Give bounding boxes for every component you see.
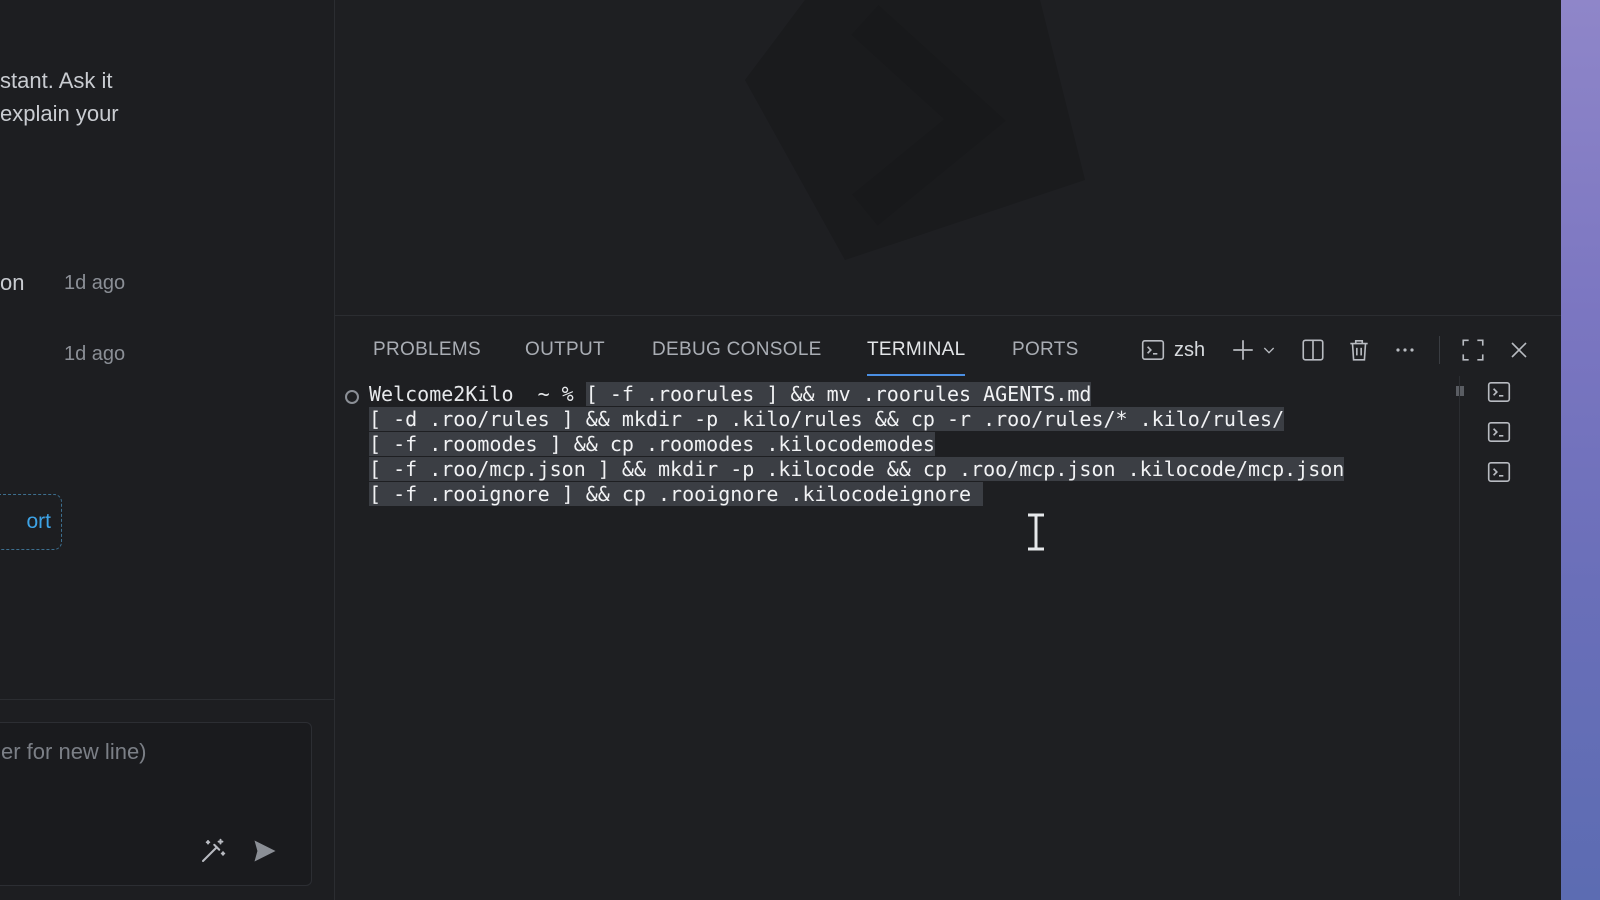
terminal-line: [ -f .roomodes ] && cp .roomodes .kiloco… — [369, 432, 935, 457]
close-icon — [1511, 342, 1527, 358]
terminal-shell-selector[interactable]: zsh — [1140, 332, 1205, 368]
maximize-icon — [1462, 339, 1484, 361]
chat-sidebar: stant. Ask it explain your on 1d ago 1d … — [0, 0, 335, 900]
maximize-panel-button[interactable] — [1457, 332, 1489, 368]
terminal-icon — [1487, 461, 1511, 483]
task-item-title[interactable]: on — [0, 270, 24, 296]
terminal-prompt: Welcome2Kilo ~ % — [369, 382, 586, 406]
split-terminal-icon — [1302, 339, 1324, 361]
tab-output[interactable]: OUTPUT — [525, 338, 605, 362]
magic-wand-icon — [202, 838, 226, 862]
terminal-instance[interactable] — [1483, 456, 1515, 488]
terminal-command: [ -f .roo/mcp.json ] && mkdir -p .kiloco… — [369, 457, 1345, 481]
plus-icon — [1233, 340, 1253, 360]
more-actions-button[interactable] — [1389, 332, 1421, 368]
intro-text: stant. Ask it explain your — [0, 68, 119, 126]
terminal-icon — [1487, 381, 1511, 403]
terminal-instance[interactable] — [1483, 416, 1515, 448]
terminal-command: [ -d .roo/rules ] && mkdir -p .kilo/rule… — [369, 407, 1285, 431]
shell-name: zsh — [1174, 338, 1206, 361]
send-button[interactable] — [247, 833, 283, 869]
chat-input-placeholder: er for new line) — [1, 739, 147, 764]
split-terminal-button[interactable] — [1297, 332, 1329, 368]
terminal-line: Welcome2Kilo ~ % [ -f .roorules ] && mv … — [369, 382, 1092, 407]
terminal-command: [ -f .roomodes ] && cp .roomodes .kiloco… — [369, 432, 935, 456]
app-window: stant. Ask it explain your on 1d ago 1d … — [0, 0, 1600, 900]
terminal-output[interactable]: Welcome2Kilo ~ % [ -f .roorules ] && mv … — [345, 382, 1425, 882]
terminal-scrollbar[interactable] — [1456, 386, 1464, 396]
tab-debug-console[interactable]: DEBUG CONSOLE — [652, 338, 822, 362]
task-item-time: 1d ago — [64, 343, 126, 365]
terminal-icon — [1487, 421, 1511, 443]
terminal-dropdown-button[interactable] — [1257, 332, 1281, 368]
terminal-instance[interactable] — [1483, 376, 1515, 408]
terminal-command: [ -f .rooignore ] && cp .rooignore .kilo… — [369, 482, 984, 506]
terminal-instances-list — [1475, 376, 1523, 496]
tab-ports[interactable]: PORTS — [1012, 338, 1079, 362]
enhance-prompt-button[interactable] — [195, 833, 231, 869]
tab-problems[interactable]: PROBLEMS — [373, 338, 481, 362]
terminal-line: [ -d .roo/rules ] && mkdir -p .kilo/rule… — [369, 407, 1285, 432]
sidebar-divider — [0, 699, 334, 700]
toolbar-separator — [1439, 336, 1440, 364]
tab-terminal[interactable]: TERMINAL — [867, 338, 966, 376]
send-icon — [254, 840, 276, 862]
terminal-line: [ -f .rooignore ] && cp .rooignore .kilo… — [369, 482, 984, 507]
bottom-panel: PROBLEMS OUTPUT DEBUG CONSOLE TERMINAL P… — [335, 316, 1561, 900]
support-button[interactable]: ort — [0, 494, 62, 550]
chevron-down-icon — [1263, 347, 1275, 354]
terminal-list-divider — [1459, 376, 1460, 896]
chat-input[interactable]: er for new line) — [0, 722, 312, 886]
close-panel-button[interactable] — [1503, 332, 1535, 368]
vscode-watermark-icon — [745, 0, 1085, 260]
terminal-line: [ -f .roo/mcp.json ] && mkdir -p .kiloco… — [369, 457, 1345, 482]
kill-terminal-button[interactable] — [1343, 332, 1375, 368]
command-status-icon — [345, 390, 359, 404]
ellipsis-icon — [1396, 348, 1414, 352]
terminal-icon — [1141, 339, 1165, 361]
new-terminal-button[interactable] — [1227, 332, 1259, 368]
text-cursor-icon — [1028, 513, 1044, 551]
task-item-time: 1d ago — [64, 272, 126, 294]
terminal-command: [ -f .roorules ] && mv .roorules AGENTS.… — [585, 382, 1092, 406]
trash-icon — [1350, 339, 1368, 361]
desktop-background-edge — [1561, 0, 1600, 900]
editor-area — [335, 0, 1561, 316]
support-button-label: ort — [26, 510, 51, 533]
